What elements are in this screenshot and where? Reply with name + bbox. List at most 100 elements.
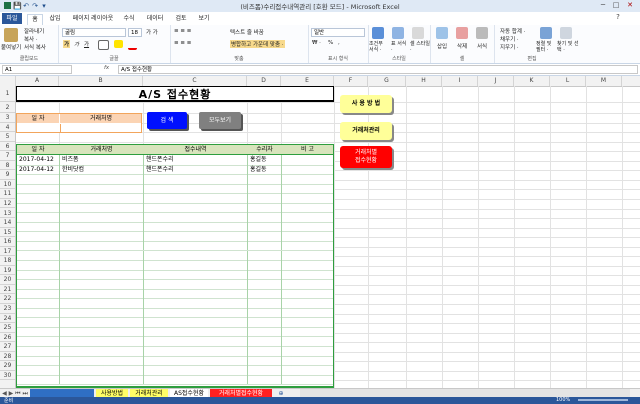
table-cell[interactable]	[250, 251, 281, 261]
percent-button[interactable]: %	[328, 40, 333, 46]
table-cell[interactable]	[62, 222, 142, 232]
function-icon[interactable]: fx	[104, 65, 109, 71]
table-cell[interactable]	[284, 356, 332, 366]
tab-review[interactable]: 검토	[173, 14, 189, 24]
table-cell[interactable]	[284, 317, 332, 327]
paste-icon[interactable]	[4, 28, 18, 42]
client-management-button[interactable]: 거래처관리	[340, 122, 392, 140]
table-cell[interactable]	[19, 251, 59, 261]
table-cell[interactable]	[146, 203, 246, 213]
table-cell[interactable]	[19, 365, 59, 375]
table-cell[interactable]	[250, 193, 281, 203]
row-header[interactable]: 5	[0, 132, 15, 142]
table-cell[interactable]	[284, 298, 332, 308]
table-cell[interactable]	[62, 375, 142, 385]
table-cell[interactable]	[284, 212, 332, 222]
row-header[interactable]: 12	[0, 199, 15, 209]
fill-button[interactable]: 채우기 ·	[500, 35, 519, 43]
table-cell[interactable]	[19, 231, 59, 241]
tab-view[interactable]: 보기	[196, 14, 212, 24]
table-cell[interactable]	[284, 375, 332, 385]
comma-button[interactable]: ,	[338, 40, 340, 46]
column-header-h[interactable]: H	[406, 76, 442, 86]
row-header[interactable]: 8	[0, 161, 15, 171]
table-cell[interactable]	[284, 184, 332, 194]
table-cell[interactable]	[62, 241, 142, 251]
table-cell[interactable]	[62, 203, 142, 213]
table-cell[interactable]	[146, 308, 246, 318]
column-header-f[interactable]: F	[334, 76, 368, 86]
table-cell[interactable]	[284, 308, 332, 318]
tab-insert[interactable]: 삽입	[46, 14, 64, 24]
table-cell[interactable]	[19, 375, 59, 385]
row-header[interactable]: 7	[0, 151, 15, 161]
format-cells-icon[interactable]	[476, 27, 488, 39]
table-cell[interactable]	[62, 317, 142, 327]
sort-filter-button[interactable]: 정렬 및 필터 ·	[536, 41, 556, 53]
client-status-button[interactable]: 거래처별 접수현황	[340, 146, 392, 168]
table-cell[interactable]	[146, 212, 246, 222]
name-box[interactable]: A1	[2, 65, 72, 74]
table-cell[interactable]	[284, 231, 332, 241]
table-cell[interactable]	[250, 289, 281, 299]
table-cell[interactable]	[62, 212, 142, 222]
delete-button[interactable]: 삭제	[457, 42, 467, 50]
row-header[interactable]: 16	[0, 237, 15, 247]
table-cell[interactable]	[146, 346, 246, 356]
table-cell[interactable]	[250, 375, 281, 385]
table-cell[interactable]	[284, 241, 332, 251]
sort-filter-icon[interactable]	[540, 27, 552, 39]
table-cell[interactable]	[19, 346, 59, 356]
table-cell[interactable]	[284, 174, 332, 184]
table-cell[interactable]	[62, 336, 142, 346]
table-cell[interactable]	[250, 336, 281, 346]
table-cell[interactable]	[284, 279, 332, 289]
paste-button[interactable]: 붙여넣기	[1, 43, 21, 51]
row-header[interactable]: 29	[0, 361, 15, 371]
bold-button[interactable]: 가	[63, 40, 71, 48]
table-cell[interactable]	[250, 270, 281, 280]
table-cell[interactable]	[62, 308, 142, 318]
fill-color-icon[interactable]	[114, 40, 123, 48]
table-cell[interactable]	[19, 336, 59, 346]
table-cell[interactable]	[19, 289, 59, 299]
copy-button[interactable]: 복사 ·	[24, 35, 38, 43]
table-cell[interactable]	[284, 289, 332, 299]
table-cell[interactable]: 2017-04-12	[19, 155, 59, 165]
table-cell[interactable]	[284, 165, 332, 175]
table-cell[interactable]	[19, 174, 59, 184]
table-cell[interactable]	[250, 260, 281, 270]
row-header[interactable]: 10	[0, 180, 15, 190]
tab-page-layout[interactable]: 페이지 레이아웃	[70, 14, 116, 24]
close-button[interactable]: ✕	[624, 1, 636, 10]
table-cell[interactable]	[250, 298, 281, 308]
table-cell[interactable]	[62, 327, 142, 337]
tab-home[interactable]: 홈	[27, 14, 43, 25]
column-header-i[interactable]: I	[442, 76, 478, 86]
cut-button[interactable]: 잘라내기	[24, 27, 44, 35]
find-select-button[interactable]: 찾기 및 선택 ·	[557, 41, 579, 53]
table-cell[interactable]	[62, 298, 142, 308]
row-header[interactable]: 19	[0, 266, 15, 276]
font-size-select[interactable]: 18	[128, 28, 142, 37]
table-cell[interactable]	[19, 298, 59, 308]
table-cell[interactable]	[62, 270, 142, 280]
conditional-format-icon[interactable]	[372, 27, 384, 39]
table-cell[interactable]: 비즈폼	[62, 155, 142, 165]
table-cell[interactable]	[19, 193, 59, 203]
row-header[interactable]: 26	[0, 333, 15, 343]
font-name-select[interactable]: 굴림	[62, 28, 126, 37]
search-client-input[interactable]	[60, 124, 141, 132]
tab-file[interactable]: 파일	[2, 13, 22, 24]
table-cell[interactable]	[19, 308, 59, 318]
table-cell[interactable]	[146, 260, 246, 270]
merge-center-button[interactable]: 병합하고 가운데 맞춤 ·	[230, 40, 285, 48]
table-cell[interactable]	[146, 336, 246, 346]
table-cell[interactable]	[250, 212, 281, 222]
table-cell[interactable]	[250, 308, 281, 318]
table-cell[interactable]	[146, 289, 246, 299]
row-header[interactable]: 30	[0, 371, 15, 381]
find-select-icon[interactable]	[560, 27, 572, 39]
table-cell[interactable]: 핸드폰수리	[146, 165, 246, 175]
table-cell[interactable]	[19, 241, 59, 251]
